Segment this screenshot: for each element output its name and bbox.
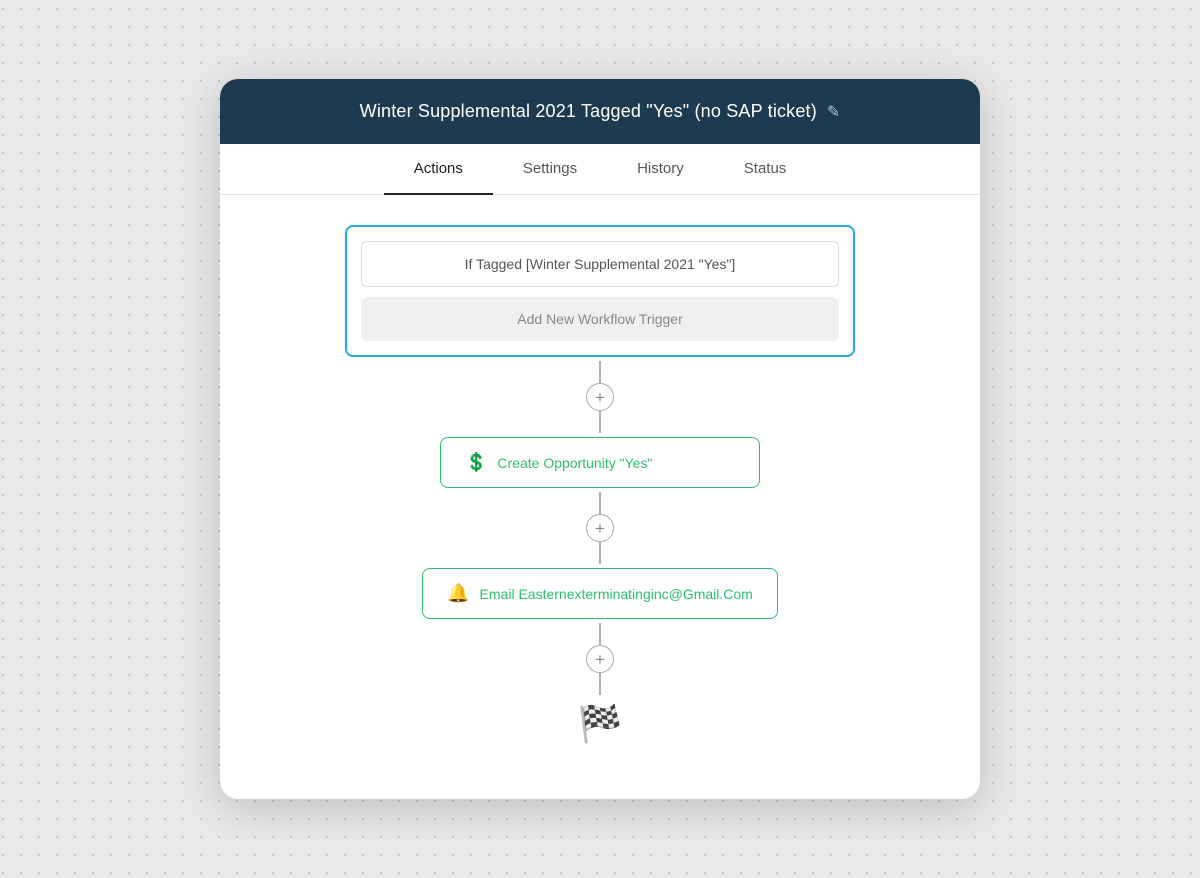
action-card-label-1: Email Easternexterminatinginc@Gmail.Com [480, 586, 753, 602]
connector-2: + [586, 492, 614, 564]
trigger-block: If Tagged [Winter Supplemental 2021 "Yes… [345, 225, 855, 357]
card-header: Winter Supplemental 2021 Tagged "Yes" (n… [220, 79, 980, 144]
connector-line-1 [599, 361, 601, 383]
workflow-title: Winter Supplemental 2021 Tagged "Yes" (n… [360, 101, 817, 122]
plus-icon-2: + [595, 520, 605, 537]
add-action-button-1[interactable]: + [586, 383, 614, 411]
tab-settings[interactable]: Settings [493, 144, 607, 195]
connector-3: + [586, 623, 614, 695]
connector-line-1b [599, 411, 601, 433]
tab-status[interactable]: Status [714, 144, 817, 195]
tab-actions[interactable]: Actions [384, 144, 493, 195]
content-area: If Tagged [Winter Supplemental 2021 "Yes… [220, 195, 980, 785]
add-trigger-button[interactable]: Add New Workflow Trigger [361, 297, 839, 341]
tab-bar: Actions Settings History Status [220, 144, 980, 195]
finish-flag: 🏁 [578, 703, 623, 745]
plus-icon-1: + [595, 389, 605, 406]
main-card: Winter Supplemental 2021 Tagged "Yes" (n… [220, 79, 980, 799]
opportunity-icon: 💲 [465, 452, 487, 473]
plus-icon-3: + [595, 651, 605, 668]
add-action-button-3[interactable]: + [586, 645, 614, 673]
connector-line-2b [599, 542, 601, 564]
tab-history[interactable]: History [607, 144, 714, 195]
edit-icon[interactable]: ✎ [827, 102, 840, 122]
action-card-label-0: Create Opportunity "Yes" [497, 455, 652, 471]
connector-1: + [586, 361, 614, 433]
action-card-1[interactable]: 🔔 Email Easternexterminatinginc@Gmail.Co… [422, 568, 778, 619]
email-icon: 🔔 [447, 583, 469, 604]
connector-line-2 [599, 492, 601, 514]
add-action-button-2[interactable]: + [586, 514, 614, 542]
connector-line-3b [599, 673, 601, 695]
action-card-0[interactable]: 💲 Create Opportunity "Yes" [440, 437, 760, 488]
connector-line-3 [599, 623, 601, 645]
trigger-condition[interactable]: If Tagged [Winter Supplemental 2021 "Yes… [361, 241, 839, 287]
